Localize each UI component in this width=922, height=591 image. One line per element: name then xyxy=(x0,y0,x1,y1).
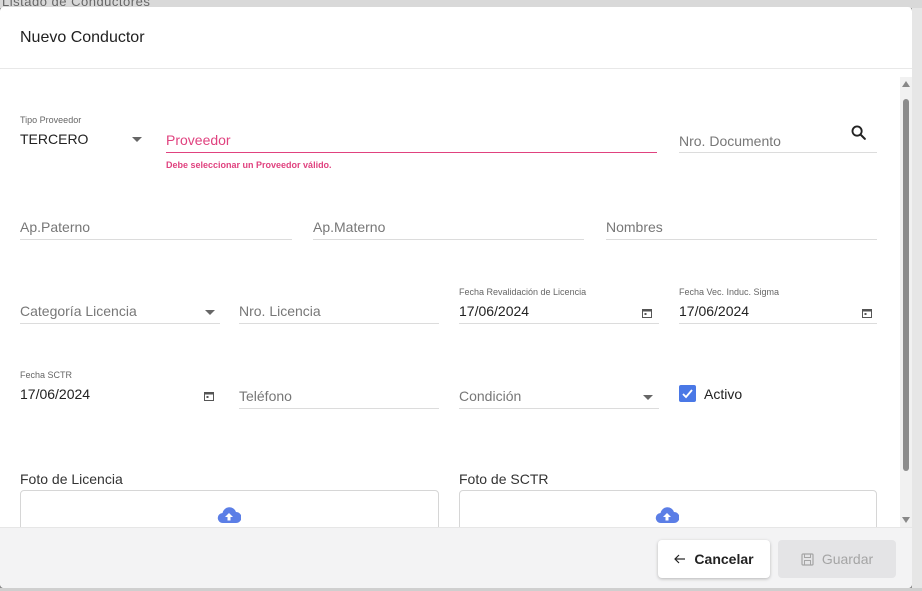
calendar-icon[interactable] xyxy=(204,391,214,401)
tipo-proveedor-select[interactable]: Tipo Proveedor TERCERO xyxy=(20,115,148,155)
foto-licencia-label: Foto de Licencia xyxy=(20,471,123,487)
foto-licencia-dropzone[interactable] xyxy=(20,490,439,527)
ap-paterno-placeholder: Ap.Paterno xyxy=(20,219,91,235)
cloud-upload-icon xyxy=(217,507,241,524)
check-icon xyxy=(682,389,693,399)
nro-documento-input[interactable]: Nro. Documento xyxy=(679,130,877,155)
ap-materno-input[interactable]: Ap.Materno xyxy=(313,216,584,241)
search-icon[interactable] xyxy=(850,124,867,141)
nro-documento-underline xyxy=(679,152,877,153)
calendar-icon[interactable] xyxy=(862,308,872,318)
nro-licencia-placeholder: Nro. Licencia xyxy=(239,303,321,319)
chevron-down-icon xyxy=(643,395,653,400)
fecha-vec-induc-underline xyxy=(679,323,877,324)
nro-licencia-underline xyxy=(239,323,439,324)
cancel-button[interactable]: Cancelar xyxy=(658,540,770,578)
ap-materno-placeholder: Ap.Materno xyxy=(313,219,386,235)
scroll-up-arrow[interactable] xyxy=(902,81,910,87)
chevron-down-icon xyxy=(132,137,142,142)
categoria-licencia-select[interactable]: Categoría Licencia xyxy=(20,300,220,325)
save-icon xyxy=(801,552,814,566)
save-label: Guardar xyxy=(821,551,874,567)
nombres-underline xyxy=(606,239,877,240)
fecha-vec-induc-value: 17/06/2024 xyxy=(679,303,750,319)
ap-paterno-input[interactable]: Ap.Paterno xyxy=(20,216,292,241)
nro-documento-placeholder: Nro. Documento xyxy=(679,133,781,149)
condicion-underline xyxy=(459,408,659,409)
telefono-placeholder: Teléfono xyxy=(239,388,292,404)
nombres-placeholder: Nombres xyxy=(606,219,663,235)
categoria-licencia-underline xyxy=(20,323,220,324)
dialog-footer: Cancelar Guardar xyxy=(0,527,912,588)
proveedor-error: Debe seleccionar un Proveedor válido. xyxy=(166,160,332,170)
fecha-sctr-value: 17/06/2024 xyxy=(20,386,91,402)
new-driver-dialog: Nuevo Conductor Tipo Proveedor TERCERO P… xyxy=(0,7,912,588)
categoria-licencia-placeholder: Categoría Licencia xyxy=(20,303,137,319)
dialog-header: Nuevo Conductor xyxy=(0,7,912,69)
condicion-select[interactable]: Condición xyxy=(459,385,659,410)
dialog-title: Nuevo Conductor xyxy=(20,29,145,46)
fecha-revalidacion-value: 17/06/2024 xyxy=(459,303,530,319)
background-edge xyxy=(912,8,922,591)
dialog-content: Tipo Proveedor TERCERO Proveedor Debe se… xyxy=(0,70,900,527)
proveedor-placeholder: Proveedor xyxy=(166,132,231,148)
ap-materno-underline xyxy=(313,239,584,240)
activo-label: Activo xyxy=(704,386,743,402)
fecha-revalidacion-underline xyxy=(459,323,659,324)
cancel-label: Cancelar xyxy=(694,551,754,567)
tipo-proveedor-label: Tipo Proveedor xyxy=(20,115,82,125)
fecha-vec-induc-label: Fecha Vec. Induc. Sigma xyxy=(679,287,780,297)
chevron-down-icon xyxy=(205,310,215,315)
fecha-sctr-date[interactable]: Fecha SCTR 17/06/2024 xyxy=(20,370,220,408)
fecha-sctr-label: Fecha SCTR xyxy=(20,370,73,380)
scroll-down-arrow[interactable] xyxy=(902,517,910,523)
foto-sctr-label: Foto de SCTR xyxy=(459,471,549,487)
nombres-input[interactable]: Nombres xyxy=(606,216,877,241)
ap-paterno-underline xyxy=(20,239,292,240)
scroll-thumb[interactable] xyxy=(903,99,909,471)
nro-licencia-input[interactable]: Nro. Licencia xyxy=(239,300,439,325)
proveedor-input[interactable]: Proveedor xyxy=(166,130,657,155)
telefono-underline xyxy=(239,408,439,409)
proveedor-underline xyxy=(166,152,657,153)
fecha-vec-induc-date[interactable]: Fecha Vec. Induc. Sigma 17/06/2024 xyxy=(679,287,877,325)
tipo-proveedor-value: TERCERO xyxy=(20,131,89,147)
activo-checkbox[interactable] xyxy=(679,385,696,402)
condicion-placeholder: Condición xyxy=(459,388,522,404)
calendar-icon[interactable] xyxy=(642,308,652,318)
content-scrollbar[interactable] xyxy=(900,77,912,527)
fecha-revalidacion-date[interactable]: Fecha Revalidación de Licencia 17/06/202… xyxy=(459,287,659,325)
arrow-left-icon xyxy=(674,554,686,564)
save-button[interactable]: Guardar xyxy=(778,540,896,578)
foto-sctr-dropzone[interactable] xyxy=(459,490,877,527)
telefono-input[interactable]: Teléfono xyxy=(239,385,439,410)
fecha-revalidacion-label: Fecha Revalidación de Licencia xyxy=(459,287,587,297)
cloud-upload-icon xyxy=(655,507,679,524)
